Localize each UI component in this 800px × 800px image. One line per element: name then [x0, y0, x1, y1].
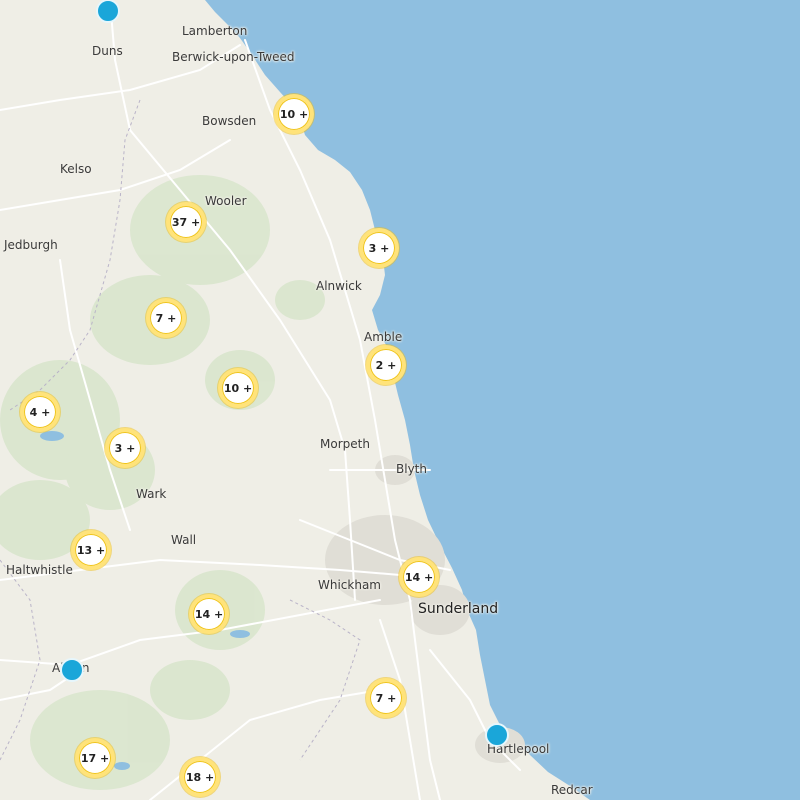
cluster-marker[interactable]: 17 + [75, 738, 115, 778]
cluster-marker[interactable]: 13 + [71, 530, 111, 570]
cluster-count: 10 + [278, 98, 310, 130]
cluster-marker[interactable]: 2 + [366, 345, 406, 385]
cluster-count: 2 + [370, 349, 402, 381]
cluster-count: 10 + [222, 372, 254, 404]
cluster-marker[interactable]: 14 + [189, 594, 229, 634]
location-pin[interactable] [485, 723, 509, 747]
cluster-count: 13 + [75, 534, 107, 566]
cluster-count: 7 + [370, 682, 402, 714]
cluster-marker[interactable]: 10 + [218, 368, 258, 408]
cluster-marker[interactable]: 3 + [105, 428, 145, 468]
cluster-count: 7 + [150, 302, 182, 334]
cluster-marker[interactable]: 10 + [274, 94, 314, 134]
cluster-count: 37 + [170, 206, 202, 238]
cluster-count: 14 + [193, 598, 225, 630]
cluster-marker[interactable]: 18 + [180, 757, 220, 797]
cluster-marker[interactable]: 3 + [359, 228, 399, 268]
cluster-marker[interactable]: 14 + [399, 557, 439, 597]
cluster-count: 3 + [363, 232, 395, 264]
cluster-marker[interactable]: 37 + [166, 202, 206, 242]
cluster-marker[interactable]: 7 + [366, 678, 406, 718]
map-view[interactable]: Duns Lamberton Berwick-upon-Tweed Bowsde… [0, 0, 800, 800]
cluster-marker[interactable]: 7 + [146, 298, 186, 338]
cluster-count: 4 + [24, 396, 56, 428]
map-base-layer [0, 0, 590, 800]
cluster-marker[interactable]: 4 + [20, 392, 60, 432]
cluster-count: 18 + [184, 761, 216, 793]
location-pin[interactable] [96, 0, 120, 23]
location-pin[interactable] [60, 658, 84, 682]
cluster-count: 17 + [79, 742, 111, 774]
cluster-count: 3 + [109, 432, 141, 464]
cluster-count: 14 + [403, 561, 435, 593]
